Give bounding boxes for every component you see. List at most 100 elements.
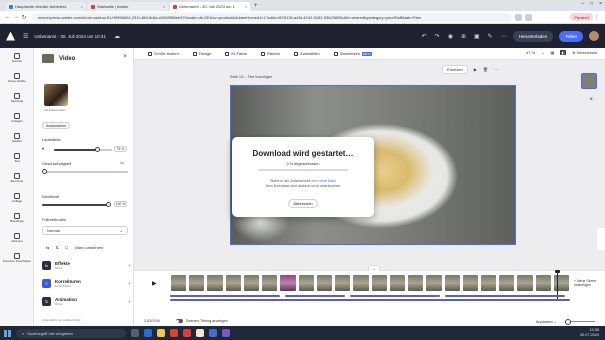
flip-vertical-icon[interactable]: ⇅ <box>55 245 58 250</box>
adobe-express-logo[interactable] <box>6 31 15 41</box>
scene-thumbnail[interactable] <box>261 274 279 292</box>
browser-tab-1[interactable]: Hauptseite des/der Anbieters × <box>6 2 86 11</box>
scene-thumbnail[interactable] <box>516 274 534 292</box>
more-icon[interactable]: ⋯ <box>501 33 507 40</box>
cancel-button[interactable]: Abbrechen <box>288 199 318 208</box>
word-icon[interactable] <box>209 329 217 337</box>
track-bar[interactable] <box>350 295 440 297</box>
teams-icon[interactable] <box>222 329 230 337</box>
design-button[interactable]: Design <box>192 51 211 56</box>
close-tab-icon[interactable]: × <box>245 4 247 9</box>
pages-button[interactable]: ⊕ Verzeichnis <box>572 50 597 55</box>
adjustments-section[interactable]: ≡ Korrekturen Licht, Farbe › <box>42 276 130 291</box>
explorer-icon[interactable] <box>157 329 165 337</box>
profile-icon[interactable] <box>525 13 532 21</box>
scene-thumbnail[interactable] <box>479 274 498 292</box>
opacity-slider-knob[interactable] <box>105 202 111 207</box>
opacity-slider[interactable] <box>42 204 108 206</box>
taskbar-search[interactable]: ⌕ Suchbegriff hier eingeben <box>16 328 126 338</box>
office-icon[interactable] <box>170 329 178 337</box>
download-button[interactable]: Herunterladen <box>512 30 554 42</box>
blend-mode-select[interactable]: Normal ⌄ <box>42 226 128 235</box>
flip-horizontal-icon[interactable]: ⇆ <box>46 245 49 250</box>
rail-item-media[interactable]: Medien <box>0 128 34 148</box>
rail-item-elements[interactable]: Elemente <box>0 168 34 188</box>
close-tab-icon[interactable]: × <box>81 4 83 9</box>
chrome-icon[interactable] <box>196 329 204 337</box>
borders-button[interactable]: Ränder <box>260 51 280 56</box>
close-window-icon[interactable]: × <box>599 1 602 7</box>
timeline-zoom-slider[interactable] <box>565 318 595 325</box>
new-tab-button[interactable]: + <box>254 2 258 11</box>
resize-button[interactable]: Größe ändern <box>148 51 179 56</box>
task-view-icon[interactable] <box>131 329 139 337</box>
schedule-icon[interactable]: ▣ <box>474 33 480 40</box>
scene-thumbnail[interactable] <box>370 274 388 292</box>
track-bar[interactable] <box>285 295 345 297</box>
minimize-icon[interactable]: – <box>581 1 584 7</box>
rail-item-folder[interactable]: Deine Inhalte <box>0 68 34 88</box>
scene-thumbnail[interactable] <box>297 274 315 292</box>
speaker-icon[interactable]: 🔈︎ <box>42 146 45 152</box>
edge-icon[interactable] <box>144 329 152 337</box>
redo-icon[interactable]: ↷ <box>435 33 440 40</box>
scene-thumbnail[interactable] <box>388 274 407 292</box>
windows-start-icon[interactable] <box>4 329 11 337</box>
track-bar[interactable] <box>170 295 280 297</box>
opacity-value-field[interactable]: 100 % <box>114 201 127 207</box>
system-tray[interactable]: 10:35 30.07.2024 <box>580 328 599 337</box>
rail-item-text[interactable]: Text <box>0 148 34 168</box>
select-button[interactable]: Auswählen <box>294 51 320 56</box>
effects-section[interactable]: fx Effekte Ohne › <box>42 258 130 273</box>
more-icon[interactable]: ⋯ <box>494 67 498 72</box>
document-title[interactable]: Unbenannt - 30. Juli 2024 um 10:31 <box>34 34 106 39</box>
replace-button[interactable]: Ersetzen <box>442 65 468 74</box>
animation-section[interactable]: ↻ Animation Ohne › <box>42 294 130 309</box>
menu-icon[interactable]: ⋮ <box>593 14 601 21</box>
scene-thumbnail[interactable] <box>206 274 224 292</box>
scene-thumbnail[interactable] <box>498 274 516 292</box>
scene-thumbnail[interactable] <box>534 274 552 292</box>
fit-zoom-select[interactable]: Anpassen ⌄ <box>536 319 557 324</box>
rail-item-brand[interactable]: Brandings <box>0 208 34 228</box>
scene-thumbnail[interactable] <box>552 274 571 292</box>
scene-thumbnail[interactable] <box>425 274 443 292</box>
browser-tab-3[interactable]: Unbenannt - 30. Juli 2024 um 1 × <box>170 2 250 11</box>
scene-thumbnail[interactable] <box>170 274 188 292</box>
scene-thumbnail[interactable] <box>224 274 242 292</box>
speed-slider[interactable] <box>42 171 128 173</box>
play-icon[interactable]: ▶ <box>152 280 157 287</box>
add-user-icon[interactable]: ⊕ <box>461 33 466 40</box>
rail-item-home[interactable]: Startseite <box>0 88 34 108</box>
close-tab-icon[interactable]: × <box>163 4 165 9</box>
scene-thumbnail[interactable] <box>461 274 479 292</box>
rail-item-template[interactable]: Vorlagen <box>0 108 34 128</box>
rail-item-collage[interactable]: Collage <box>0 188 34 208</box>
reverse-video-toggle[interactable]: ☐ <box>65 245 69 250</box>
rail-item-premium[interactable]: Premium freischalten <box>0 248 34 268</box>
scene-thumbnail[interactable] <box>334 274 352 292</box>
browser-tab-2[interactable]: Startseite | Adobe × <box>88 2 168 11</box>
side-tools[interactable] <box>597 228 605 250</box>
ai-color-button[interactable]: KI-Farbe <box>225 51 247 56</box>
scene-thumbnail[interactable] <box>352 274 370 292</box>
speed-slider-knob[interactable] <box>42 169 47 174</box>
youtube-icon[interactable] <box>183 329 191 337</box>
scene-thumbnail[interactable] <box>315 274 334 292</box>
maximize-icon[interactable]: □ <box>590 1 593 7</box>
forward-icon[interactable]: → <box>12 14 20 20</box>
track-bar[interactable] <box>445 295 565 297</box>
undo-icon[interactable]: ↶ <box>422 33 427 40</box>
page-label[interactable]: Seite 1/1 – Titel hinzufügen <box>230 75 272 79</box>
reload-icon[interactable]: ↻ <box>20 14 28 21</box>
delete-icon[interactable]: 🗑︎ <box>483 67 488 72</box>
volume-slider-knob[interactable] <box>95 147 100 152</box>
volume-slider[interactable] <box>54 149 112 151</box>
translate-button[interactable]: Übersetzen BETA <box>333 51 372 56</box>
scene-thumbnail[interactable] <box>279 274 297 292</box>
chevron-down-icon[interactable]: ⌄ <box>541 50 544 55</box>
user-icon[interactable]: ◉ <box>448 33 453 40</box>
volume-value-field[interactable]: 75 % <box>114 146 127 152</box>
scene-thumbnail[interactable] <box>407 274 425 292</box>
layers-icon[interactable]: ◧ <box>560 50 567 55</box>
